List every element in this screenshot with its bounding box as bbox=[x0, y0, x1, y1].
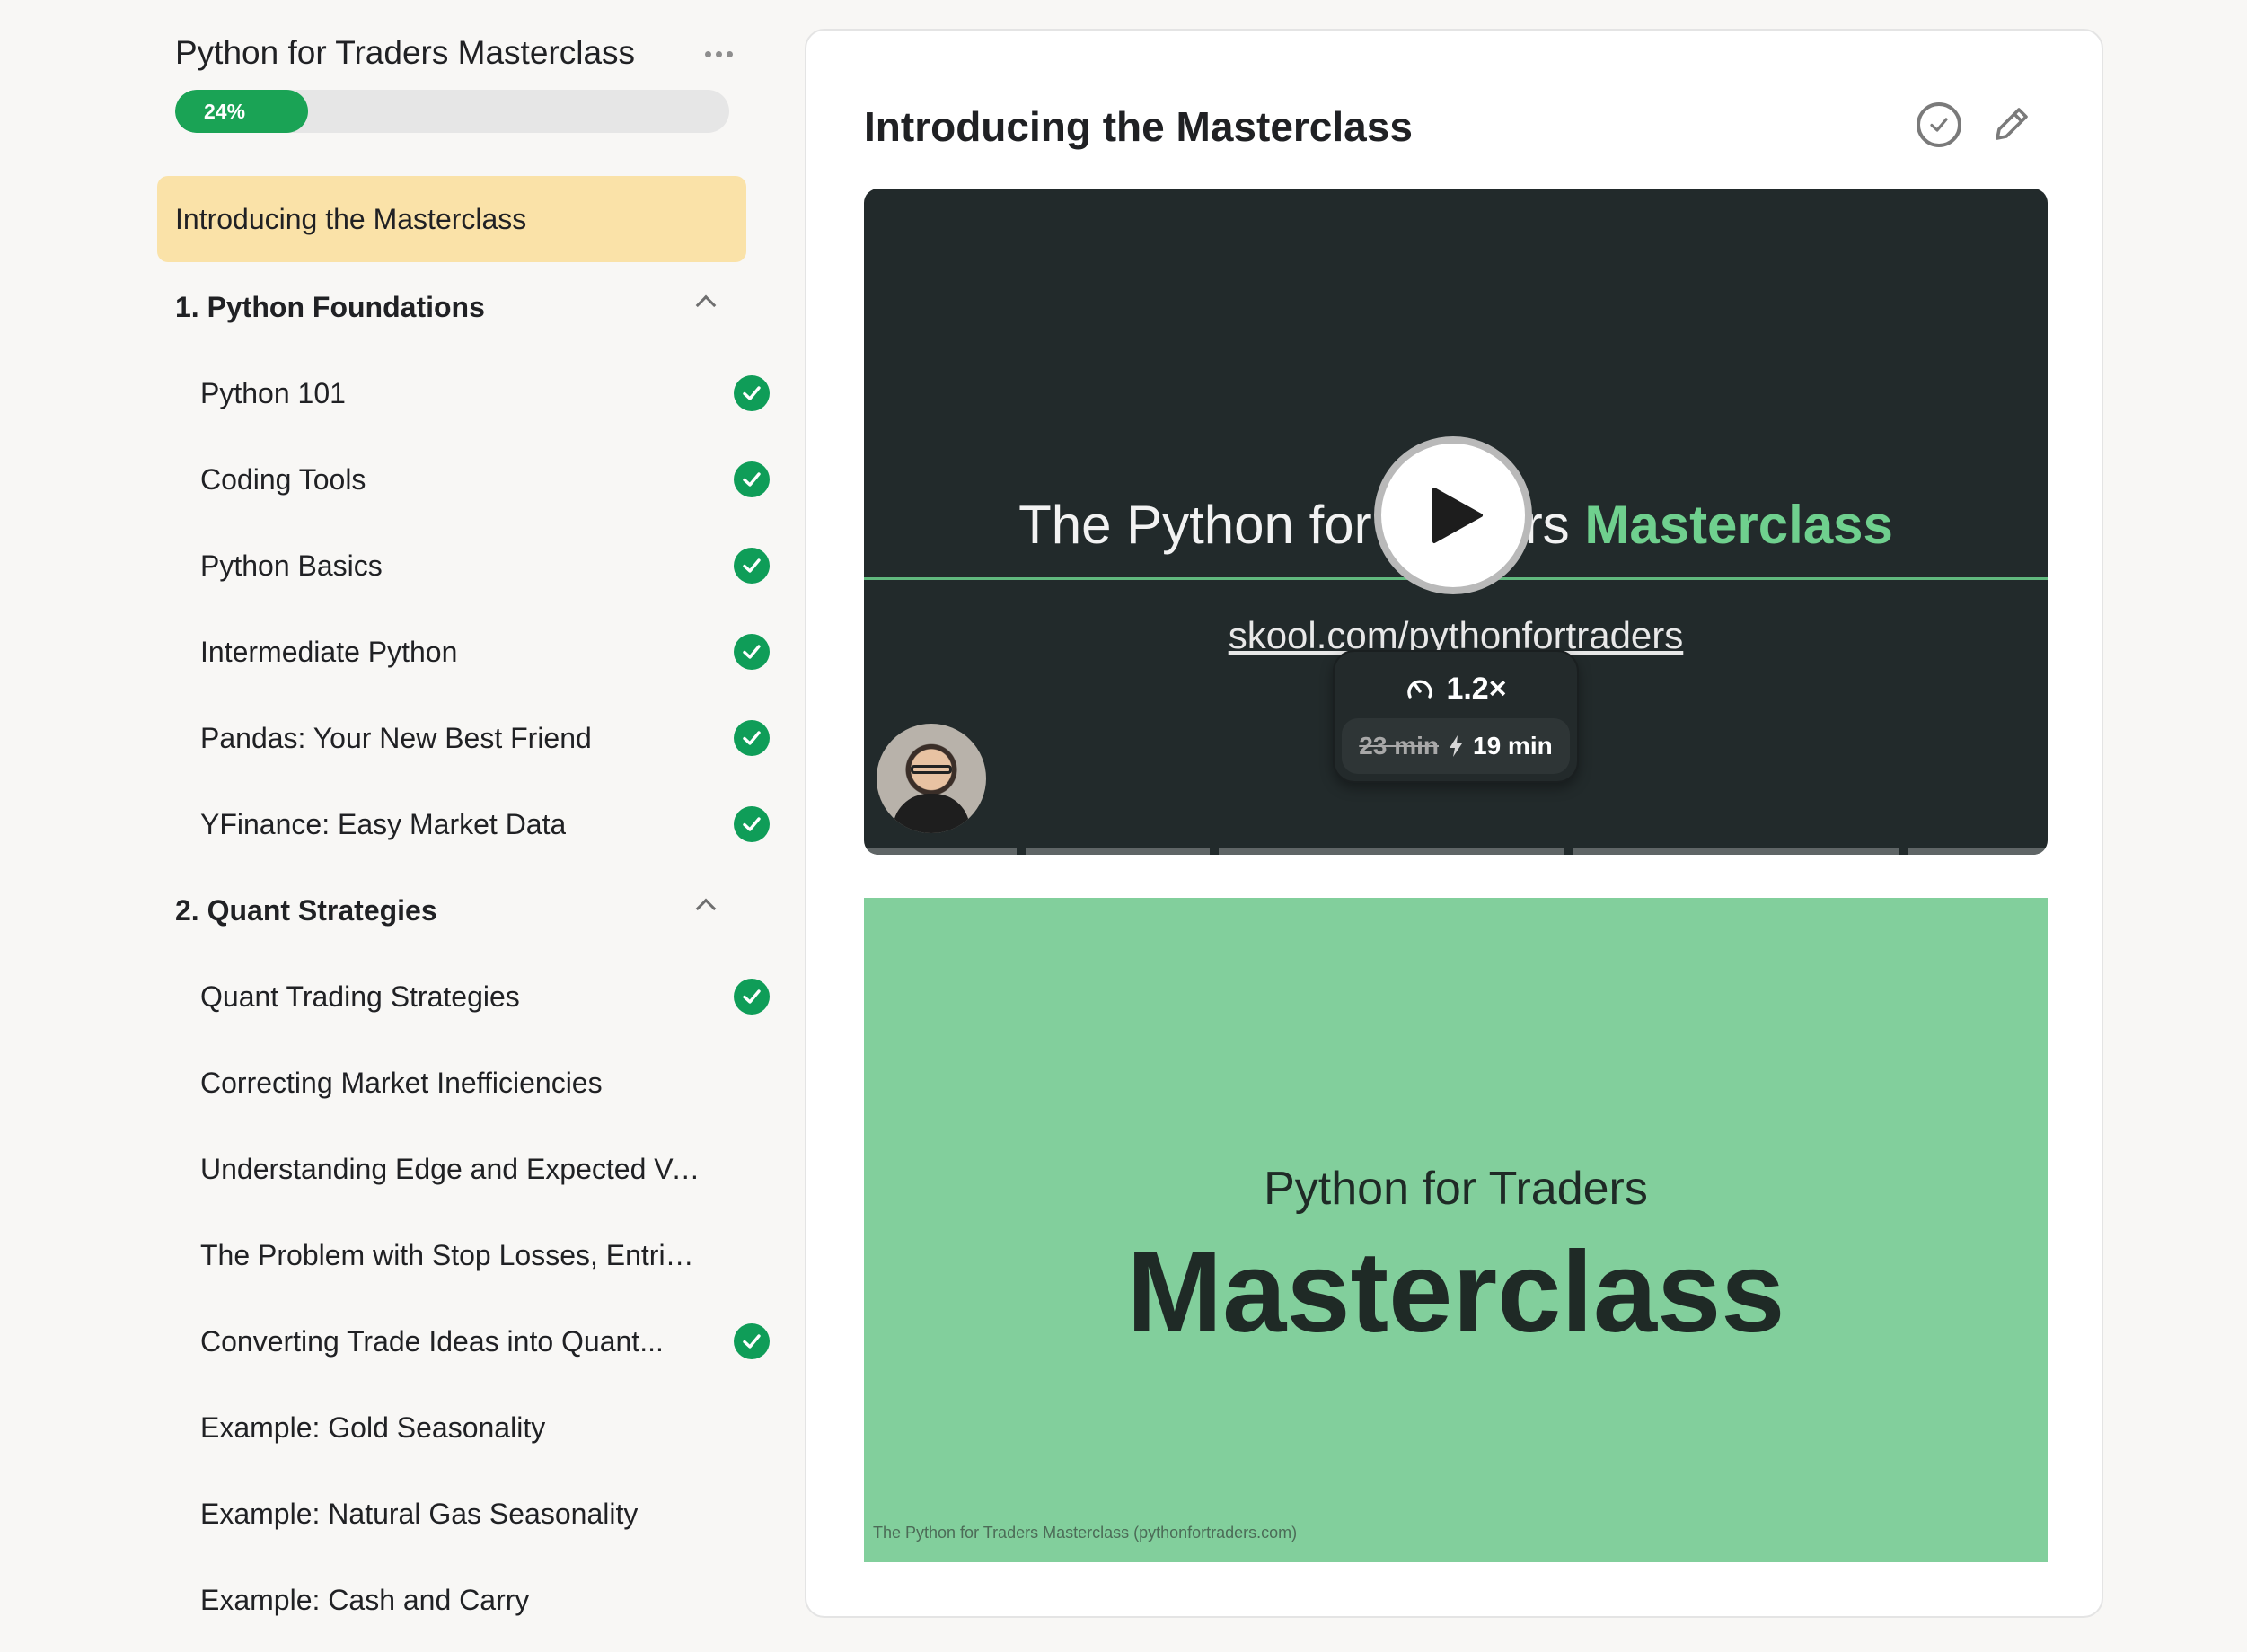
original-duration: 23 min bbox=[1359, 732, 1439, 760]
lesson-label: Understanding Edge and Expected Value bbox=[200, 1152, 703, 1185]
check-mark bbox=[743, 558, 761, 573]
lesson-label: YFinance: Easy Market Data bbox=[200, 807, 567, 840]
video-chapter-bar[interactable] bbox=[864, 848, 2048, 855]
section-title: 1. Python Foundations bbox=[175, 290, 485, 323]
check-mark bbox=[743, 1334, 761, 1349]
lesson-item[interactable]: Example: Cash and Carry bbox=[200, 1564, 746, 1636]
play-button[interactable] bbox=[1374, 436, 1532, 594]
lesson-item[interactable]: Example: Natural Gas Seasonality bbox=[200, 1478, 746, 1550]
lesson-title: Introducing the Masterclass bbox=[864, 103, 1413, 150]
mark-complete-button[interactable] bbox=[1917, 102, 1961, 147]
lesson-content-card: Introducing the Masterclass The Python f… bbox=[805, 29, 2103, 1618]
video-title-accent: Masterclass bbox=[1584, 495, 1893, 555]
lesson-item[interactable]: Converting Trade Ideas into Quant... bbox=[200, 1305, 770, 1377]
section-title: 2. Quant Strategies bbox=[175, 893, 437, 927]
check-mark bbox=[743, 817, 761, 831]
course-sidebar: Python for Traders Masterclass 24% Intro… bbox=[157, 0, 770, 1652]
lesson-item[interactable]: Coding Tools bbox=[200, 444, 770, 515]
chevron-up-icon[interactable] bbox=[695, 898, 717, 919]
slide-title: Masterclass bbox=[1126, 1228, 1785, 1357]
lightning-icon bbox=[1450, 735, 1462, 757]
speedometer-icon bbox=[1407, 680, 1433, 699]
lesson-label: Introducing the Masterclass bbox=[175, 202, 527, 235]
check-mark bbox=[743, 472, 761, 487]
lesson-item[interactable]: Python Basics bbox=[200, 530, 770, 602]
more-options-button[interactable] bbox=[696, 36, 741, 72]
chapter-segment[interactable] bbox=[864, 848, 1017, 855]
check-mark bbox=[743, 731, 761, 745]
check-circle-icon bbox=[734, 634, 770, 670]
progress-label: 24% bbox=[204, 99, 246, 123]
lesson-label: Intermediate Python bbox=[200, 635, 458, 668]
check-mark bbox=[743, 645, 761, 659]
lesson-item[interactable]: Pandas: Your New Best Friend bbox=[200, 702, 770, 774]
lesson-label: Coding Tools bbox=[200, 462, 366, 496]
lesson-label: Python 101 bbox=[200, 376, 346, 409]
progress-fill: 24% bbox=[175, 90, 309, 133]
more-horizontal-icon bbox=[704, 50, 711, 57]
pencil-icon bbox=[1996, 108, 2028, 140]
lesson-label: Example: Gold Seasonality bbox=[200, 1410, 546, 1444]
section-header-1[interactable]: 1. Python Foundations bbox=[157, 271, 746, 343]
lesson-item[interactable]: Python 101 bbox=[200, 357, 770, 429]
check-mark bbox=[743, 989, 761, 1004]
check-circle-icon bbox=[734, 461, 770, 497]
course-title: Python for Traders Masterclass bbox=[175, 34, 636, 71]
lesson-item[interactable]: Intermediate Python bbox=[200, 616, 770, 688]
lesson-label: Pandas: Your New Best Friend bbox=[200, 721, 592, 754]
adjusted-duration: 19 min bbox=[1473, 732, 1553, 760]
lesson-item[interactable]: Example: Gold Seasonality bbox=[200, 1392, 746, 1463]
check-circle-icon bbox=[734, 806, 770, 842]
lesson-item[interactable]: The Problem with Stop Losses, Entries, .… bbox=[200, 1219, 746, 1291]
check-circle-icon bbox=[734, 720, 770, 756]
check-circle-icon bbox=[734, 548, 770, 584]
check-circle-icon bbox=[734, 375, 770, 411]
playback-speed-value: 1.2× bbox=[1446, 671, 1507, 706]
lesson-slide-image: Python for Traders Masterclass The Pytho… bbox=[864, 898, 2048, 1562]
check-circle-outline-icon bbox=[1930, 118, 1948, 132]
chapter-segment[interactable] bbox=[1219, 848, 1564, 855]
lesson-label: Converting Trade Ideas into Quant... bbox=[200, 1324, 664, 1358]
check-circle-icon bbox=[734, 979, 770, 1015]
chevron-up-icon[interactable] bbox=[695, 294, 717, 316]
slide-footer: The Python for Traders Masterclass (pyth… bbox=[873, 1524, 1298, 1542]
chapter-segment[interactable] bbox=[1908, 848, 2048, 855]
lesson-label: Correcting Market Inefficiencies bbox=[200, 1066, 603, 1099]
chapter-segment[interactable] bbox=[1026, 848, 1210, 855]
playback-speed-badge[interactable]: 1.2× 23 min 19 min bbox=[1333, 650, 1579, 783]
check-mark bbox=[743, 386, 761, 400]
slide-subtitle: Python for Traders bbox=[1264, 1163, 1648, 1215]
lesson-item[interactable]: Understanding Edge and Expected Value bbox=[200, 1133, 746, 1205]
edit-button[interactable] bbox=[1988, 101, 2035, 147]
section-header-2[interactable]: 2. Quant Strategies bbox=[157, 874, 746, 946]
lesson-label: Python Basics bbox=[200, 549, 383, 582]
lesson-label: Example: Cash and Carry bbox=[200, 1583, 530, 1616]
video-player[interactable]: The Python for Traders Masterclass skool… bbox=[864, 189, 2048, 855]
chapter-segment[interactable] bbox=[1573, 848, 1899, 855]
lesson-item[interactable]: Correcting Market Inefficiencies bbox=[200, 1047, 746, 1119]
lesson-item[interactable]: Quant Trading Strategies bbox=[200, 961, 770, 1032]
lesson-item[interactable]: YFinance: Easy Market Data bbox=[200, 788, 770, 860]
lesson-label: Example: Natural Gas Seasonality bbox=[200, 1497, 639, 1530]
lesson-label: The Problem with Stop Losses, Entries, .… bbox=[200, 1238, 703, 1271]
lesson-label: Quant Trading Strategies bbox=[200, 980, 520, 1013]
check-circle-icon bbox=[734, 1323, 770, 1359]
course-progress-bar: 24% bbox=[175, 90, 729, 133]
play-icon bbox=[1432, 488, 1483, 543]
presenter-avatar bbox=[877, 724, 986, 833]
lesson-item-active[interactable]: Introducing the Masterclass bbox=[157, 176, 746, 262]
